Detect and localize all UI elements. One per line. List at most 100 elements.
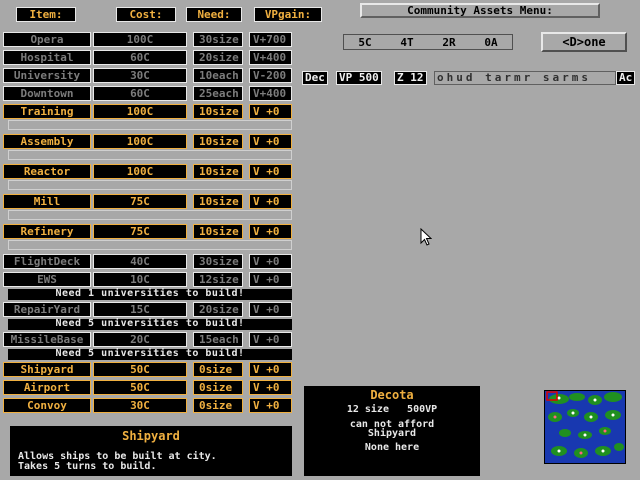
- city-size: 12 size: [346, 404, 389, 415]
- asset-vp[interactable]: V +0: [249, 224, 292, 239]
- asset-name: Opera: [3, 32, 91, 47]
- asset-name[interactable]: Refinery: [3, 224, 91, 239]
- city-name: Decota: [370, 388, 414, 402]
- asset-vp: V+700: [249, 32, 292, 47]
- asset-name: Hospital: [3, 50, 91, 65]
- header-vpgain: VPgain:: [254, 7, 322, 22]
- header-item: Item:: [16, 7, 76, 22]
- community-assets-menu-title: Community Assets Menu:: [360, 3, 600, 18]
- asset-cost: 40C: [93, 254, 187, 269]
- asset-need: 12size: [193, 272, 243, 287]
- asset-cost[interactable]: 100C: [93, 164, 187, 179]
- description-panel: Shipyard Allows ships to be built at cit…: [10, 426, 292, 476]
- asset-cost: 60C: [93, 50, 187, 65]
- header-need: Need:: [186, 7, 242, 22]
- asset-need[interactable]: 10size: [193, 194, 243, 209]
- asset-name: EWS: [3, 272, 91, 287]
- asset-cost[interactable]: 75C: [93, 194, 187, 209]
- asset-cost: 60C: [93, 86, 187, 101]
- asset-name[interactable]: Assembly: [3, 134, 91, 149]
- asset-need[interactable]: 10size: [193, 134, 243, 149]
- asset-vp[interactable]: V +0: [249, 362, 292, 377]
- raw-value: 2R: [442, 35, 456, 49]
- asset-cost: 20C: [93, 332, 187, 347]
- asset-need: 10each: [193, 68, 243, 83]
- asset-cost[interactable]: 100C: [93, 134, 187, 149]
- minimap-terrain: [546, 391, 624, 458]
- asset-vp: V +0: [249, 302, 292, 317]
- row-separator: [8, 240, 292, 250]
- asset-need[interactable]: 10size: [193, 224, 243, 239]
- tech-value: 4T: [400, 35, 414, 49]
- asset-cost: 100C: [93, 32, 187, 47]
- row-separator: [8, 120, 292, 130]
- row-separator: [8, 150, 292, 160]
- row-separator: [8, 180, 292, 190]
- asset-vp: V+400: [249, 86, 292, 101]
- asset-cost[interactable]: 50C: [93, 380, 187, 395]
- city-stats: 12 size 500VP: [304, 404, 480, 415]
- asset-cost[interactable]: 100C: [93, 104, 187, 119]
- asset-name[interactable]: Mill: [3, 194, 91, 209]
- tab-ac[interactable]: Ac: [616, 71, 636, 85]
- build-requirement-warning: Need 5 universities to build!: [8, 319, 292, 330]
- asset-vp[interactable]: V +0: [249, 194, 292, 209]
- asset-cost[interactable]: 75C: [93, 224, 187, 239]
- asset-vp: V+400: [249, 50, 292, 65]
- description-title: Shipyard: [122, 429, 180, 443]
- ammo-value: 0A: [484, 35, 498, 49]
- asset-vp[interactable]: V +0: [249, 164, 292, 179]
- asset-need: 20size: [193, 50, 243, 65]
- asset-vp: V-200: [249, 68, 292, 83]
- afford-line-2: Shipyard: [367, 428, 417, 439]
- asset-name[interactable]: Airport: [3, 380, 91, 395]
- asset-name[interactable]: Shipyard: [3, 362, 91, 377]
- asset-cost: 30C: [93, 68, 187, 83]
- units-here: None here: [364, 442, 420, 453]
- resource-bar: 5C 4T 2R 0A: [343, 34, 513, 50]
- tab-vp[interactable]: VP 500: [336, 71, 382, 85]
- asset-name: Downtown: [3, 86, 91, 101]
- asset-name: University: [3, 68, 91, 83]
- asset-vp[interactable]: V +0: [249, 134, 292, 149]
- asset-need[interactable]: 0size: [193, 380, 243, 395]
- tab-others[interactable]: ohud tarmr sarms: [434, 71, 616, 85]
- asset-name: RepairYard: [3, 302, 91, 317]
- asset-need: 30size: [193, 32, 243, 47]
- build-requirement-warning: Need 1 universities to build!: [8, 289, 292, 300]
- asset-vp: V +0: [249, 332, 292, 347]
- header-cost: Cost:: [116, 7, 176, 22]
- city-vp: 500VP: [407, 404, 438, 415]
- tab-z[interactable]: Z 12: [394, 71, 427, 85]
- asset-name: MissileBase: [3, 332, 91, 347]
- asset-need: 15each: [193, 332, 243, 347]
- asset-vp: V +0: [249, 254, 292, 269]
- asset-name[interactable]: Convoy: [3, 398, 91, 413]
- asset-need: 25each: [193, 86, 243, 101]
- row-separator: [8, 210, 292, 220]
- description-line-2: Takes 5 turns to build.: [18, 461, 157, 472]
- asset-cost[interactable]: 50C: [93, 362, 187, 377]
- asset-vp[interactable]: V +0: [249, 104, 292, 119]
- mouse-cursor-icon: [420, 228, 432, 246]
- asset-vp: V +0: [249, 272, 292, 287]
- city-info-panel: Decota 12 size 500VP can not afford Ship…: [304, 386, 480, 476]
- build-requirement-warning: Need 5 universities to build!: [8, 349, 292, 360]
- done-button[interactable]: <D>one: [541, 32, 627, 52]
- minimap[interactable]: [544, 390, 626, 464]
- asset-need[interactable]: 10size: [193, 104, 243, 119]
- asset-name[interactable]: Reactor: [3, 164, 91, 179]
- asset-vp[interactable]: V +0: [249, 398, 292, 413]
- asset-need: 30size: [193, 254, 243, 269]
- credits-value: 5C: [358, 35, 372, 49]
- asset-need: 20size: [193, 302, 243, 317]
- asset-need[interactable]: 0size: [193, 362, 243, 377]
- asset-cost: 10C: [93, 272, 187, 287]
- asset-need[interactable]: 10size: [193, 164, 243, 179]
- asset-cost[interactable]: 30C: [93, 398, 187, 413]
- asset-name[interactable]: Training: [3, 104, 91, 119]
- asset-name: FlightDeck: [3, 254, 91, 269]
- tab-dec[interactable]: Dec: [302, 71, 328, 85]
- asset-need[interactable]: 0size: [193, 398, 243, 413]
- asset-vp[interactable]: V +0: [249, 380, 292, 395]
